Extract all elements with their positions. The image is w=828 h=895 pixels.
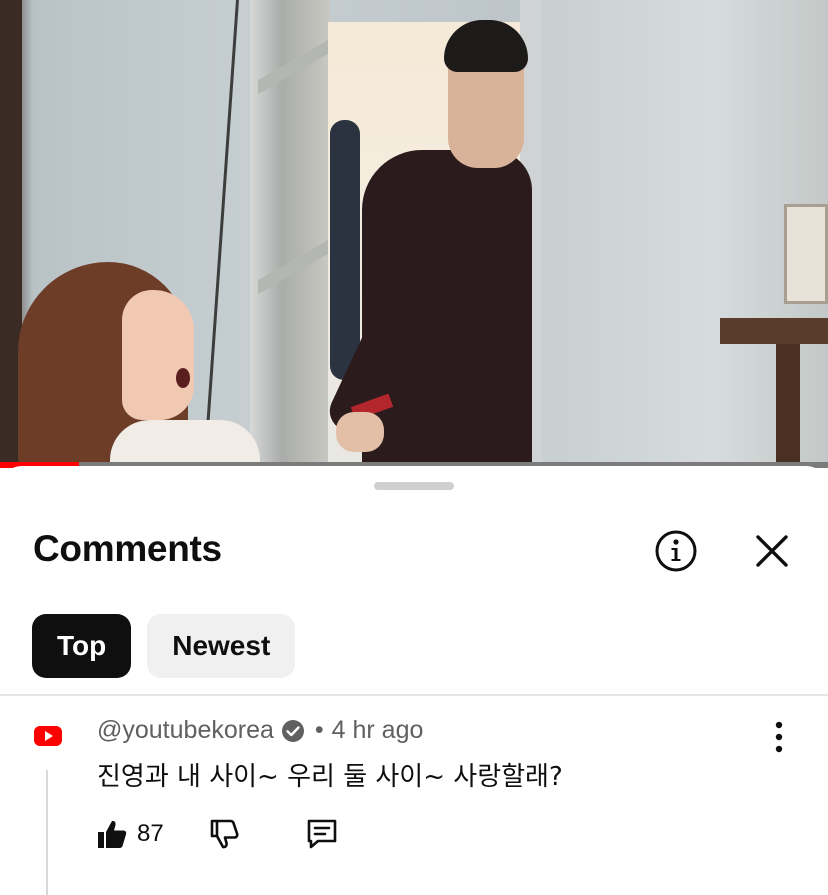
video-scene-woman-mouth xyxy=(176,368,190,388)
comment-meta: @youtubekorea • 4 hr ago xyxy=(97,716,423,745)
chip-top[interactable]: Top xyxy=(32,614,132,678)
video-scene-cable xyxy=(205,0,239,440)
video-scene-background-person xyxy=(330,120,360,380)
like-count: 87 xyxy=(137,820,164,847)
video-scene-woman-face xyxy=(122,290,194,420)
video-scene-shelf xyxy=(720,318,828,344)
sort-chips: Top Newest xyxy=(32,614,296,678)
thread-line xyxy=(46,770,48,895)
comment-more-button[interactable] xyxy=(764,720,794,754)
more-vert-icon xyxy=(775,721,783,753)
video-scene-woman-shirt xyxy=(110,420,260,468)
reply-comment-icon[interactable] xyxy=(304,816,340,852)
comment-author[interactable]: @youtubekorea xyxy=(97,716,274,745)
comment-text: 진영과 내 사이~ 우리 둘 사이~ 사랑할래? xyxy=(97,762,563,792)
info-circle-icon xyxy=(655,530,697,572)
youtube-logo-icon[interactable] xyxy=(34,726,62,746)
close-icon xyxy=(756,535,788,567)
video-scene-man-hand xyxy=(336,412,384,452)
video-scene-photo-frame xyxy=(784,204,828,304)
divider xyxy=(0,694,828,696)
comments-title: Comments xyxy=(33,528,222,569)
chip-newest[interactable]: Newest xyxy=(147,614,296,678)
comments-sheet: Comments Top Newest @youtubekorea • 4 hr… xyxy=(0,466,828,895)
drag-handle[interactable] xyxy=(374,482,454,490)
verified-badge-icon xyxy=(281,719,304,742)
meta-separator: • xyxy=(314,716,324,744)
video-player[interactable] xyxy=(0,0,828,468)
video-scene-shelf-leg xyxy=(776,344,800,468)
comment-actions: 87 xyxy=(95,816,340,852)
info-button[interactable] xyxy=(654,529,698,573)
dislike-icon[interactable] xyxy=(208,817,242,851)
close-button[interactable] xyxy=(750,529,794,573)
like-icon[interactable] xyxy=(95,817,129,851)
comment-time: 4 hr ago xyxy=(331,716,424,744)
